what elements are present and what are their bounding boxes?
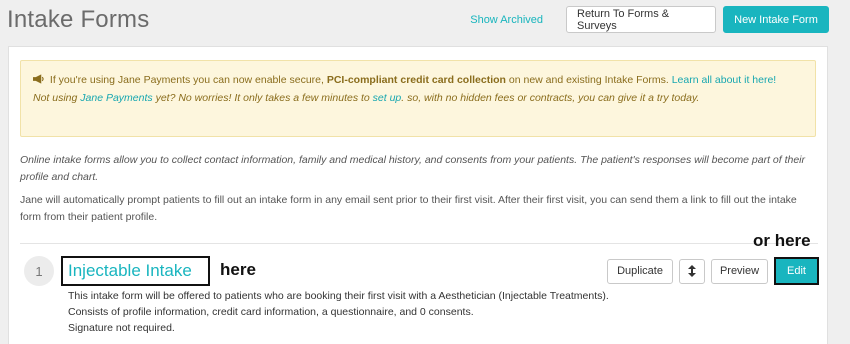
- jane-payments-alert: If you're using Jane Payments you can no…: [20, 60, 816, 137]
- learn-more-link[interactable]: Learn all about it here!: [672, 74, 777, 86]
- jane-payments-link[interactable]: Jane Payments: [80, 92, 152, 104]
- new-intake-form-button[interactable]: New Intake Form: [723, 6, 829, 33]
- form-description: This intake form will be offered to pati…: [68, 288, 609, 336]
- annotation-or-here: or here: [753, 231, 811, 250]
- sort-button[interactable]: [679, 258, 705, 284]
- form-title-highlight: Injectable Intake: [61, 256, 210, 286]
- intro-paragraph: Online intake forms allow you to collect…: [20, 154, 806, 183]
- form-row-actions: Duplicate Preview Edit: [607, 257, 819, 285]
- form-number: 1: [24, 256, 54, 286]
- return-to-forms-button[interactable]: Return To Forms & Surveys: [566, 6, 716, 33]
- alert-text: on new and existing Intake Forms.: [505, 74, 672, 86]
- duplicate-button[interactable]: Duplicate: [607, 258, 673, 284]
- set-up-link[interactable]: set up: [373, 92, 402, 104]
- form-description-line: Consists of profile information, credit …: [68, 306, 474, 318]
- edit-button[interactable]: Edit: [776, 259, 817, 283]
- header-actions: Show Archived Return To Forms & Surveys …: [454, 6, 829, 33]
- alert-text: . so, with no hidden fees or contracts, …: [401, 92, 700, 104]
- page-title: Intake Forms: [7, 6, 150, 33]
- form-description-line: This intake form will be offered to pati…: [68, 290, 609, 302]
- form-title-link[interactable]: Injectable Intake: [68, 261, 192, 281]
- show-archived-link[interactable]: Show Archived: [454, 14, 559, 26]
- alert-text: yet? No worries! It only takes a few min…: [152, 92, 373, 104]
- sort-icon: [688, 265, 696, 277]
- edit-highlight: Edit: [774, 257, 819, 285]
- intro-paragraph: Jane will automatically prompt patients …: [20, 194, 797, 223]
- alert-text: If you're using Jane Payments you can no…: [49, 74, 327, 86]
- alert-bold-text: PCI-compliant credit card collection: [326, 74, 506, 86]
- divider: [20, 243, 818, 244]
- annotation-here: here: [220, 260, 256, 279]
- intake-forms-card: If you're using Jane Payments you can no…: [8, 46, 828, 344]
- preview-button[interactable]: Preview: [711, 258, 768, 284]
- form-description-line: Signature not required.: [68, 322, 175, 334]
- megaphone-icon: [33, 74, 44, 84]
- alert-text: Not using: [33, 92, 81, 104]
